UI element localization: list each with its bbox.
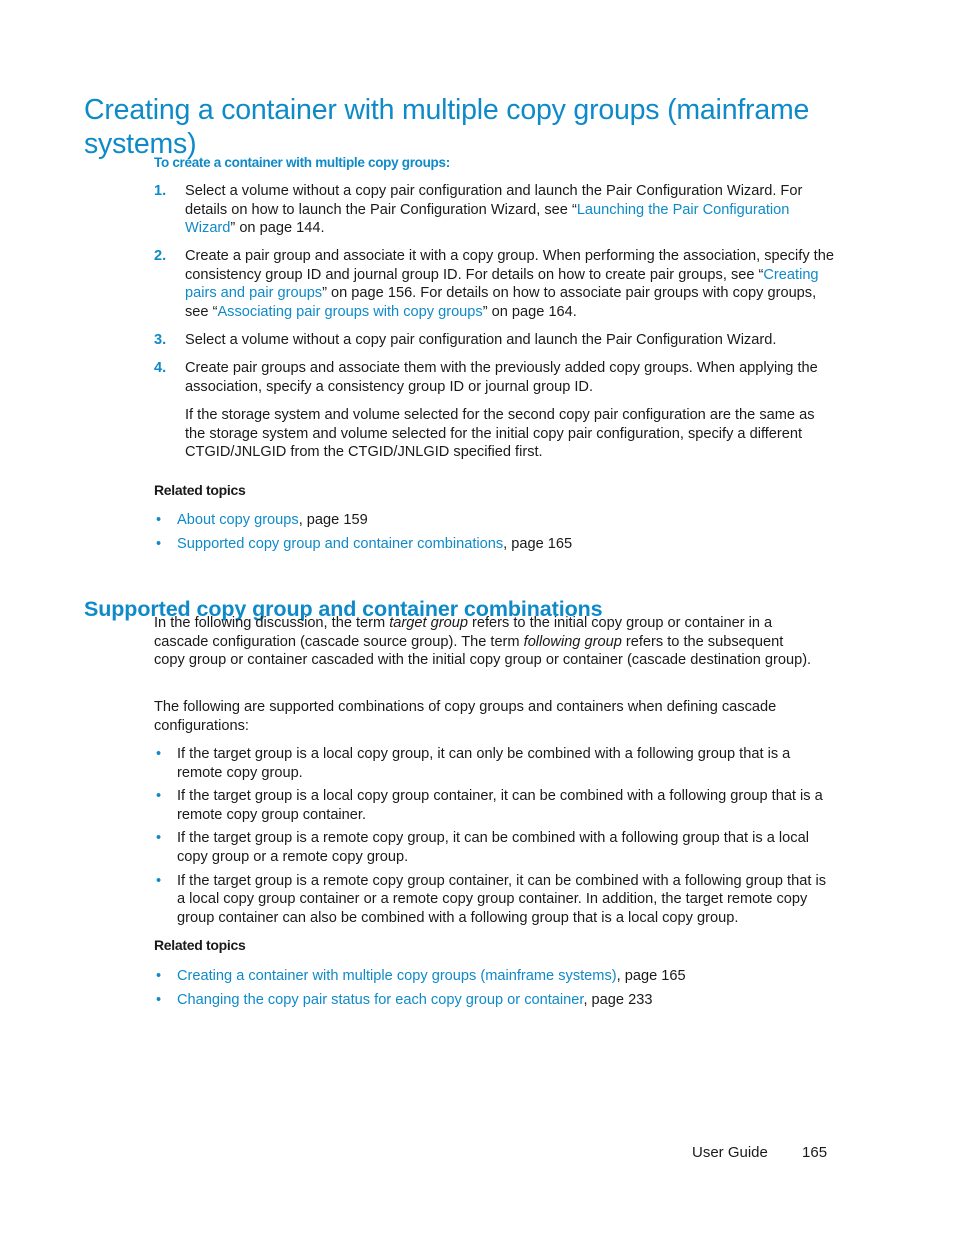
related-topics-heading: Related topics [154,482,246,498]
link-supported-combinations[interactable]: Supported copy group and container combi… [177,536,503,552]
link-changing-copy-pair-status[interactable]: Changing the copy pair status for each c… [177,992,583,1008]
page-ref: , page 165 [503,535,573,552]
related-topics-heading: Related topics [154,937,246,953]
section-title-creating-container: Creating a container with multiple copy … [84,94,810,161]
link-about-copy-groups[interactable]: About copy groups [177,512,299,528]
combination-text: If the target group is a remote copy gro… [177,872,826,926]
step-number: 3. [154,332,167,349]
link-creating-container[interactable]: Creating a container with multiple copy … [177,968,617,984]
page-ref: , page 159 [298,512,368,528]
intro-paragraph: In the following discussion, the term ta… [154,614,814,670]
combination-item: • If the target group is a remote copy g… [154,872,834,928]
related-topics-list: • Creating a container with multiple cop… [154,964,834,1012]
bullet-icon: • [156,830,162,847]
page-ref: , page 165 [616,968,686,984]
bullet-icon: • [156,872,162,889]
bullet-icon: • [156,992,162,1008]
combination-item: • If the target group is a remote copy g… [154,829,834,866]
bullet-icon: • [156,746,162,762]
term-target-group: target group [389,615,468,631]
combination-text: If the target group is a remote copy gro… [177,830,809,865]
step-1: 1. Select a volume without a copy pair c… [154,182,834,238]
related-topics-list: • About copy groups, page 159 • Supporte… [154,509,834,556]
step-2: 2. Create a pair group and associate it … [154,247,834,321]
step-text: Create pair groups and associate them wi… [185,360,818,395]
step-note: If the storage system and volume selecte… [185,406,815,461]
related-topic-item: • Supported copy group and container com… [154,533,834,557]
procedure-title: To create a container with multiple copy… [154,155,450,170]
combination-item: • If the target group is a local copy gr… [154,787,834,824]
combination-text: If the target group is a local copy grou… [177,788,823,823]
related-topic-item: • About copy groups, page 159 [154,509,834,533]
intro-text: In the following discussion, the term [154,615,390,631]
step-number: 4. [154,360,167,377]
related-topic-item: • Creating a container with multiple cop… [154,964,834,988]
step-number: 1. [154,183,167,199]
combination-text: If the target group is a local copy grou… [177,746,791,781]
procedure-steps: 1. Select a volume without a copy pair c… [154,182,834,471]
step-4: 4. Create pair groups and associate them… [154,359,834,461]
page-ref: , page 233 [583,992,653,1008]
footer-guide-title: User Guide [692,1144,768,1161]
combinations-list: • If the target group is a local copy gr… [154,745,834,927]
page-footer: User Guide 165 [692,1144,827,1161]
term-following-group: following group [523,633,622,650]
step-text: Create a pair group and associate it wit… [185,248,834,283]
bullet-icon: • [156,968,162,984]
bullet-icon: • [156,788,162,805]
step-text: ” on page 164. [482,304,577,321]
step-text: ” on page 144. [230,220,325,237]
link-associating-pair-groups[interactable]: Associating pair groups with copy groups [217,304,482,320]
step-text: Select a volume without a copy pair conf… [185,332,777,349]
combination-item: • If the target group is a local copy gr… [154,745,834,782]
bullet-icon: • [156,512,162,528]
page-number: 165 [802,1144,828,1161]
step-number: 2. [154,248,167,265]
related-topic-item: • Changing the copy pair status for each… [154,988,834,1012]
step-3: 3. Select a volume without a copy pair c… [154,331,834,350]
lead-paragraph: The following are supported combinations… [154,699,777,734]
bullet-icon: • [156,535,162,552]
